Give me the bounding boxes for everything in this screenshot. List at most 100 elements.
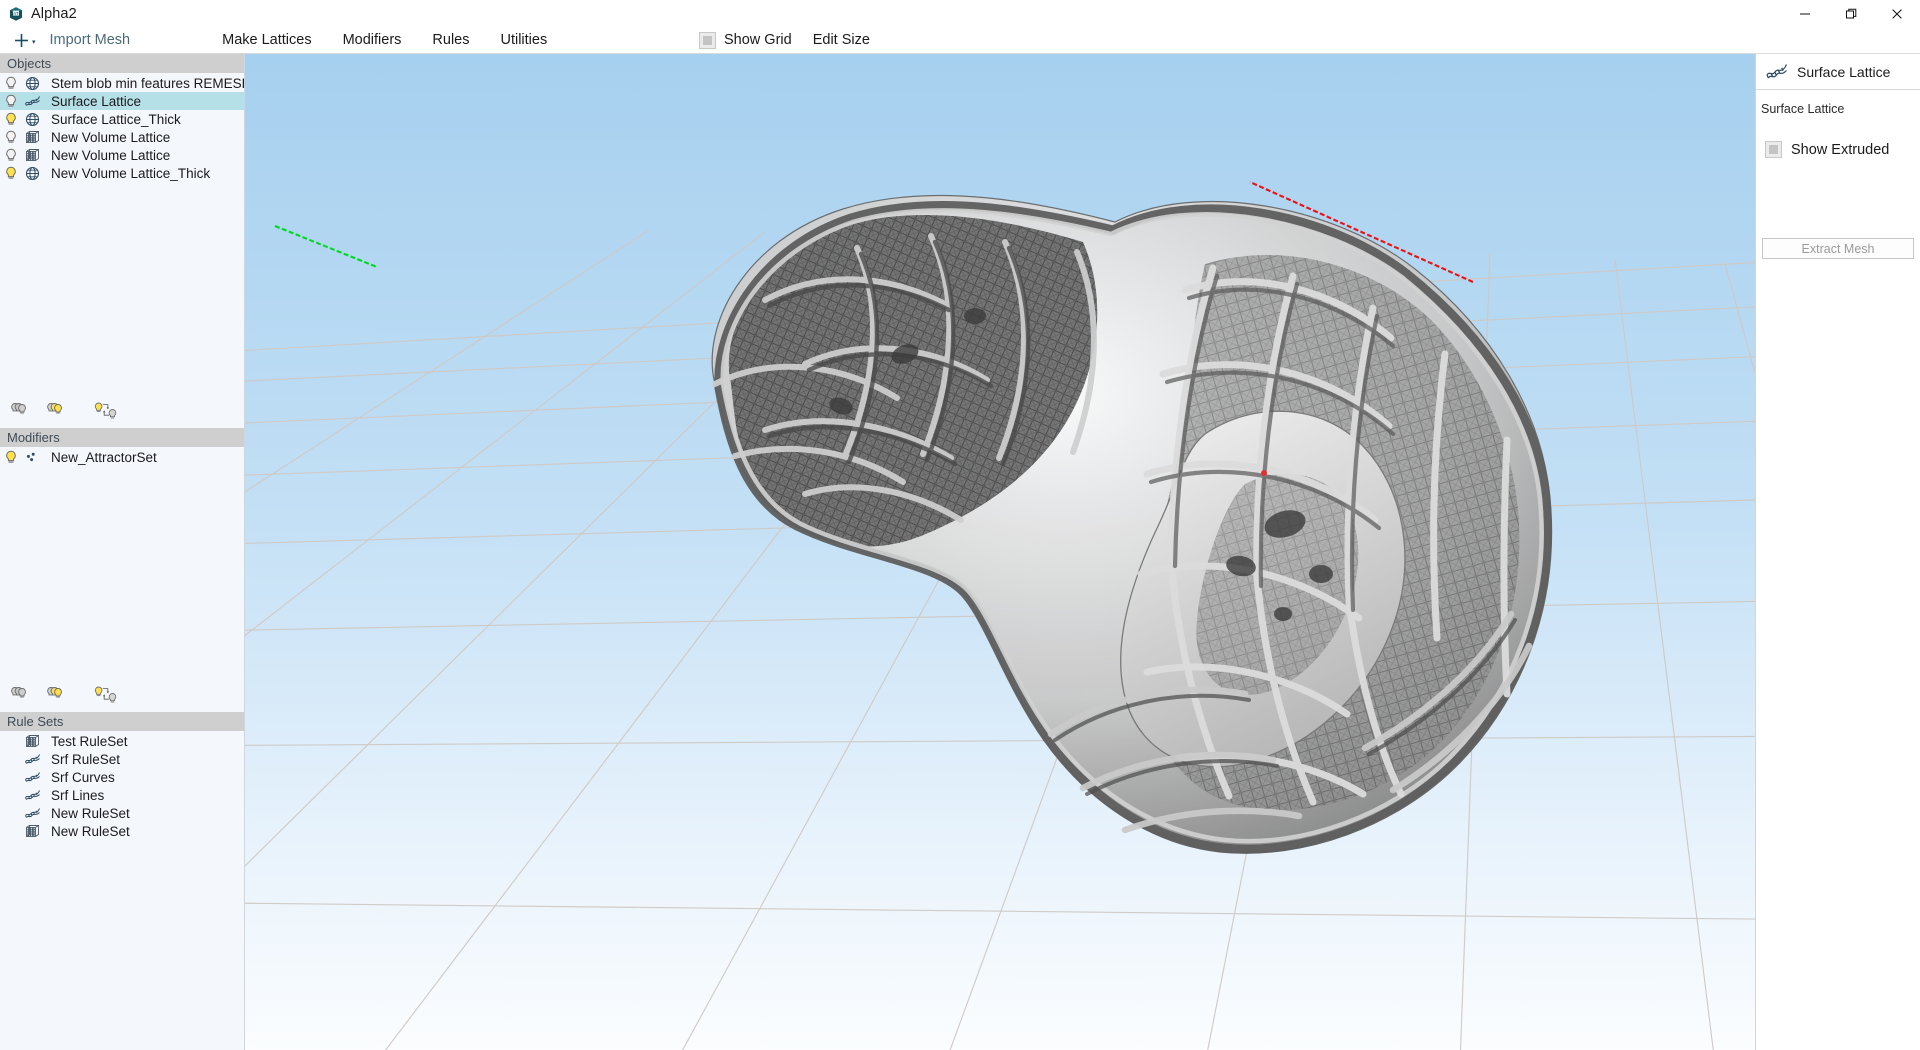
objects-visibility-toolbar (0, 392, 244, 428)
globe-mesh-icon (22, 166, 42, 181)
minimize-button[interactable] (1782, 0, 1828, 27)
rulesets-list-empty-area (0, 840, 244, 1050)
visibility-bulb-icon[interactable] (0, 94, 22, 109)
list-item-label: New RuleSet (51, 823, 130, 839)
main-content: Objects Stem blob min features REMESH 4 (0, 54, 1920, 1050)
right-sidebar: Surface Lattice Surface Lattice Show Ext… (1755, 54, 1920, 1050)
surface-lattice-icon (22, 788, 42, 802)
list-item[interactable]: New RuleSet (0, 822, 244, 840)
extract-mesh-button[interactable]: Extract Mesh (1762, 238, 1914, 259)
attractor-point-marker (1261, 470, 1267, 476)
surface-lattice-icon (22, 94, 42, 108)
window-titlebar: nT Alpha2 (0, 0, 1920, 27)
menu-make-lattices[interactable]: Make Lattices (222, 32, 311, 48)
surface-lattice-icon (22, 752, 42, 766)
properties-header: Surface Lattice (1756, 54, 1920, 90)
list-item-label: Srf Curves (51, 769, 115, 785)
list-item[interactable]: New_AttractorSet (0, 448, 244, 466)
viewport-3d[interactable] (245, 54, 1755, 1050)
visibility-bulb-icon[interactable] (0, 76, 22, 91)
list-item-label: New Volume Lattice_Thick (51, 165, 211, 181)
list-item[interactable]: Srf RuleSet (0, 750, 244, 768)
objects-list: Stem blob min features REMESH 4 Surface … (0, 73, 244, 182)
hide-all-modifiers-button[interactable] (10, 683, 34, 705)
list-item[interactable]: New Volume Lattice (0, 146, 244, 164)
menu-modifiers[interactable]: Modifiers (343, 32, 402, 48)
modifiers-visibility-toolbar (0, 676, 244, 712)
list-item[interactable]: New RuleSet (0, 804, 244, 822)
list-item-label: Surface Lattice (51, 93, 142, 109)
show-grid-option[interactable]: Show Grid (699, 31, 792, 49)
menu-utilities[interactable]: Utilities (500, 32, 547, 48)
list-item[interactable]: Surface Lattice_Thick (0, 110, 244, 128)
show-grid-label: Show Grid (724, 32, 792, 48)
list-item-label: Srf RuleSet (51, 751, 121, 767)
surface-lattice-icon (1765, 63, 1787, 81)
visibility-bulb-icon[interactable] (0, 130, 22, 145)
chevron-down-icon[interactable]: ▾ (32, 38, 36, 46)
volume-lattice-icon (22, 148, 42, 163)
left-sidebar: Objects Stem blob min features REMESH 4 (0, 54, 245, 1050)
properties-header-label: Surface Lattice (1797, 63, 1891, 80)
restore-button[interactable] (1828, 0, 1874, 27)
show-all-modifiers-button[interactable] (46, 683, 70, 705)
main-toolbar: ▾ Import Mesh Make Lattices Modifiers Ru… (0, 27, 1920, 54)
list-item[interactable]: Test RuleSet (0, 732, 244, 750)
close-button[interactable] (1874, 0, 1920, 27)
show-extruded-option[interactable]: Show Extruded (1765, 141, 1920, 158)
properties-subtitle: Surface Lattice (1761, 102, 1845, 116)
rulesets-list: Test RuleSet Srf RuleSet Srf Curves Srf … (0, 731, 244, 840)
visibility-bulb-icon[interactable] (0, 450, 22, 465)
svg-text:nT: nT (13, 11, 18, 16)
menu-bar: Make Lattices Modifiers Rules Utilities (222, 32, 547, 48)
visibility-bulb-icon[interactable] (0, 166, 22, 181)
menu-rules[interactable]: Rules (432, 32, 469, 48)
hide-all-button[interactable] (10, 399, 34, 421)
surface-lattice-icon (22, 770, 42, 784)
globe-mesh-icon (22, 76, 42, 91)
objects-list-empty-area (0, 182, 244, 392)
globe-mesh-icon (22, 112, 42, 127)
list-item[interactable]: Srf Curves (0, 768, 244, 786)
surface-lattice-icon (22, 806, 42, 820)
show-extruded-label: Show Extruded (1791, 141, 1890, 158)
import-mesh-group[interactable]: ▾ Import Mesh (13, 32, 130, 49)
plus-icon[interactable] (13, 32, 30, 49)
show-all-button[interactable] (46, 399, 70, 421)
edit-size-button[interactable]: Edit Size (813, 32, 870, 48)
checkbox-fill (703, 35, 712, 45)
window-controls (1782, 0, 1920, 27)
rulesets-section-header: Rule Sets (0, 712, 244, 731)
cube-app-icon: nT (8, 6, 24, 22)
import-mesh-label[interactable]: Import Mesh (50, 32, 131, 48)
modifiers-list-empty-area (0, 466, 244, 676)
viewport-canvas (245, 54, 1755, 1050)
modifiers-section-header: Modifiers (0, 428, 244, 447)
volume-lattice-icon (22, 734, 42, 749)
list-item-label: New RuleSet (51, 805, 130, 821)
modifiers-header-label: Modifiers (7, 430, 60, 445)
list-item-label: Srf Lines (51, 787, 105, 803)
list-item[interactable]: Surface Lattice (0, 92, 244, 110)
list-item[interactable]: New Volume Lattice_Thick (0, 164, 244, 182)
volume-lattice-icon (22, 824, 42, 839)
show-grid-checkbox[interactable] (699, 31, 716, 49)
list-item[interactable]: New Volume Lattice (0, 128, 244, 146)
list-item-label: New Volume Lattice (51, 147, 171, 163)
viewport-options: Show Grid Edit Size (699, 31, 870, 49)
objects-section-header: Objects (0, 54, 244, 73)
visibility-bulb-icon[interactable] (0, 112, 22, 127)
list-item[interactable]: Stem blob min features REMESH 4 (0, 74, 244, 92)
list-item-label: New_AttractorSet (51, 449, 157, 465)
list-item-label: Stem blob min features REMESH 4 (51, 75, 244, 91)
invert-visibility-button[interactable] (94, 399, 118, 421)
list-item-label: Surface Lattice_Thick (51, 111, 181, 127)
visibility-bulb-icon[interactable] (0, 148, 22, 163)
objects-header-label: Objects (7, 56, 52, 71)
list-item[interactable]: Srf Lines (0, 786, 244, 804)
invert-modifier-visibility-button[interactable] (94, 683, 118, 705)
show-extruded-checkbox[interactable] (1765, 141, 1782, 158)
checkbox-fill (1769, 145, 1778, 154)
attractor-dots-icon (22, 450, 42, 465)
extract-mesh-container: Extract Mesh (1756, 238, 1920, 259)
